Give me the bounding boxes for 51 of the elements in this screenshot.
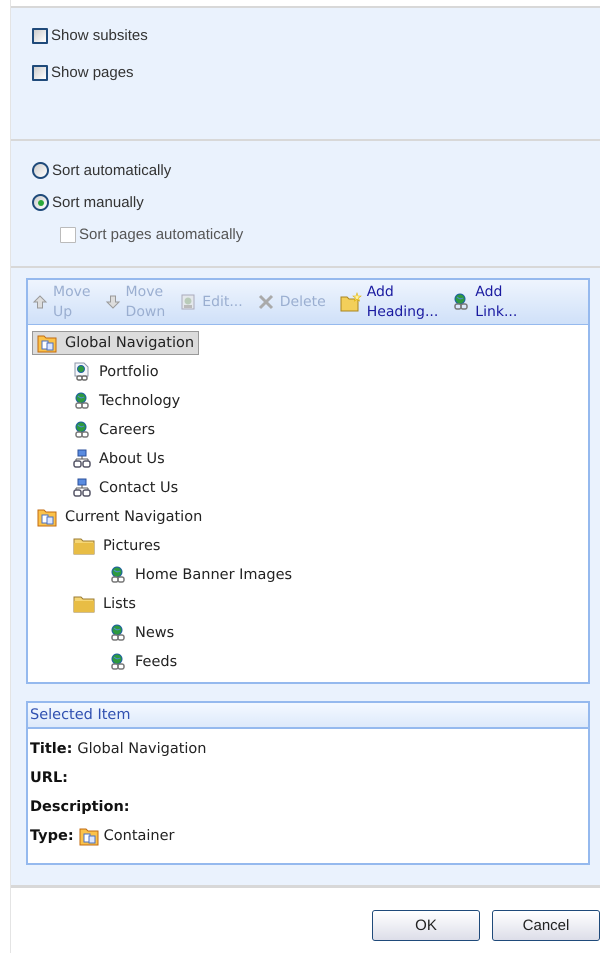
tree-item[interactable]: Technology <box>68 390 186 412</box>
edit-icon <box>179 293 198 311</box>
page-link-icon <box>73 362 91 382</box>
tree-item[interactable]: Portfolio <box>68 360 164 384</box>
field-value: Global Navigation <box>77 740 206 756</box>
network-icon <box>73 448 91 468</box>
tree-item[interactable]: Current Navigation <box>32 504 208 528</box>
new-folder-icon <box>340 292 362 312</box>
globe-link-icon <box>109 566 127 584</box>
field-label: Title: <box>30 740 72 756</box>
tree-item[interactable]: Lists <box>68 592 141 614</box>
field-label: Type: <box>30 828 74 844</box>
tree-item[interactable]: Global Navigation <box>32 330 200 354</box>
up-arrow-icon <box>32 294 48 310</box>
globe-link-icon <box>452 293 470 311</box>
checkbox-label: Show pages <box>51 64 134 82</box>
toolbar-button[interactable]: Add Link... <box>452 282 518 322</box>
folder-icon <box>73 594 95 612</box>
delete-icon <box>256 293 275 311</box>
down-arrow-icon <box>104 294 121 310</box>
radio-button[interactable] <box>32 194 49 212</box>
field-value: Container <box>104 828 174 844</box>
container-icon <box>37 332 57 352</box>
tree-item[interactable]: News <box>104 622 180 644</box>
tree-item[interactable]: Careers <box>68 418 160 440</box>
tree-item[interactable]: Home Banner Images <box>104 564 298 586</box>
checkbox-label: Sort pages automatically <box>79 226 244 244</box>
checkbox[interactable] <box>32 64 48 81</box>
container-icon <box>78 826 99 846</box>
toolbar-button[interactable]: Add Heading... <box>340 282 438 322</box>
panel-title: Selected Item <box>30 707 130 723</box>
checkbox-label: Show subsites <box>51 27 148 44</box>
dialog-button[interactable]: OK <box>372 910 480 941</box>
globe-link-icon <box>73 420 91 438</box>
tree-item[interactable]: About Us <box>68 446 170 470</box>
field-label: Description: <box>30 798 130 814</box>
field-label: URL: <box>30 770 68 786</box>
globe-link-icon <box>109 652 127 670</box>
checkbox[interactable] <box>32 28 48 44</box>
globe-link-icon <box>73 392 91 410</box>
radio-label: Sort manually <box>52 194 144 212</box>
folder-icon <box>73 536 95 554</box>
network-icon <box>73 478 91 498</box>
globe-link-icon <box>109 624 127 642</box>
radio-label: Sort automatically <box>52 162 172 180</box>
tree-item[interactable]: Contact Us <box>68 476 184 500</box>
tree-item[interactable]: Pictures <box>68 534 166 556</box>
dialog-button[interactable]: Cancel <box>492 910 600 941</box>
tree-item[interactable]: Feeds <box>104 650 182 672</box>
radio-button[interactable] <box>32 162 49 180</box>
container-icon <box>37 506 57 526</box>
